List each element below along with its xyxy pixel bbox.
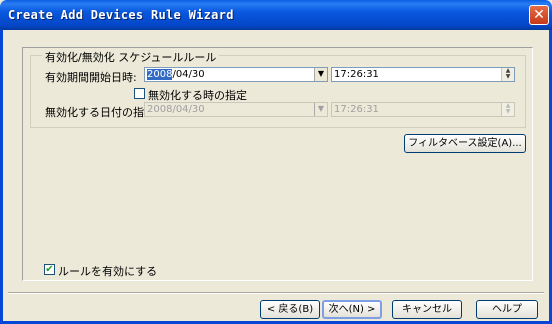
end-date-picker: 2008/04/30 ▼ xyxy=(144,102,328,117)
schedule-group-legend: 有効化/無効化 スケジュールルール xyxy=(42,49,220,65)
start-time-spinner[interactable]: ▲ ▼ xyxy=(501,68,514,81)
end-time-picker: 17:26:31 ▲ ▼ xyxy=(331,102,515,117)
close-button[interactable]: ✕ xyxy=(529,5,549,25)
start-time-picker[interactable]: 17:26:31 ▲ ▼ xyxy=(331,67,515,82)
disable-time-checkbox-label: 無効化する時の指定 xyxy=(148,89,247,102)
filter-base-settings-button[interactable]: フィルタベース設定(A)... xyxy=(404,134,526,153)
start-date-dropdown-icon[interactable]: ▼ xyxy=(314,68,327,81)
cancel-button[interactable]: キャンセル xyxy=(392,300,462,319)
start-time-value: 17:26:31 xyxy=(334,69,379,80)
checkmark-icon: ✔ xyxy=(45,264,54,275)
window-title: Create Add Devices Rule Wizard xyxy=(8,8,234,22)
back-button[interactable]: < 戻る(B) xyxy=(260,300,320,319)
end-date-value: 2008/04/30 xyxy=(147,104,205,115)
end-time-spinner: ▲ ▼ xyxy=(501,103,514,116)
start-date-year-selected: 2008 xyxy=(147,69,173,80)
enable-rule-label: ルールを有効にする xyxy=(58,265,158,278)
disable-time-checkbox[interactable] xyxy=(134,88,145,99)
start-date-picker[interactable]: 2008/04/30 ▼ xyxy=(144,67,328,82)
end-date-label: 無効化する日付の指定: xyxy=(45,106,159,119)
end-date-dropdown-icon: ▼ xyxy=(314,103,327,116)
close-icon: ✕ xyxy=(533,7,545,23)
spin-down-icon: ▼ xyxy=(505,108,511,115)
spin-down-icon[interactable]: ▼ xyxy=(502,74,514,80)
end-time-value: 17:26:31 xyxy=(334,104,379,115)
enable-rule-checkbox[interactable]: ✔ xyxy=(44,264,55,275)
start-datetime-label: 有効期間開始日時: xyxy=(45,71,137,84)
next-button[interactable]: 次へ(N) > xyxy=(322,300,382,319)
title-bar: Create Add Devices Rule Wizard ✕ xyxy=(0,0,552,30)
help-button[interactable]: ヘルプ xyxy=(476,300,538,319)
start-date-rest: /04/30 xyxy=(172,69,205,80)
footer-separator xyxy=(8,292,544,294)
